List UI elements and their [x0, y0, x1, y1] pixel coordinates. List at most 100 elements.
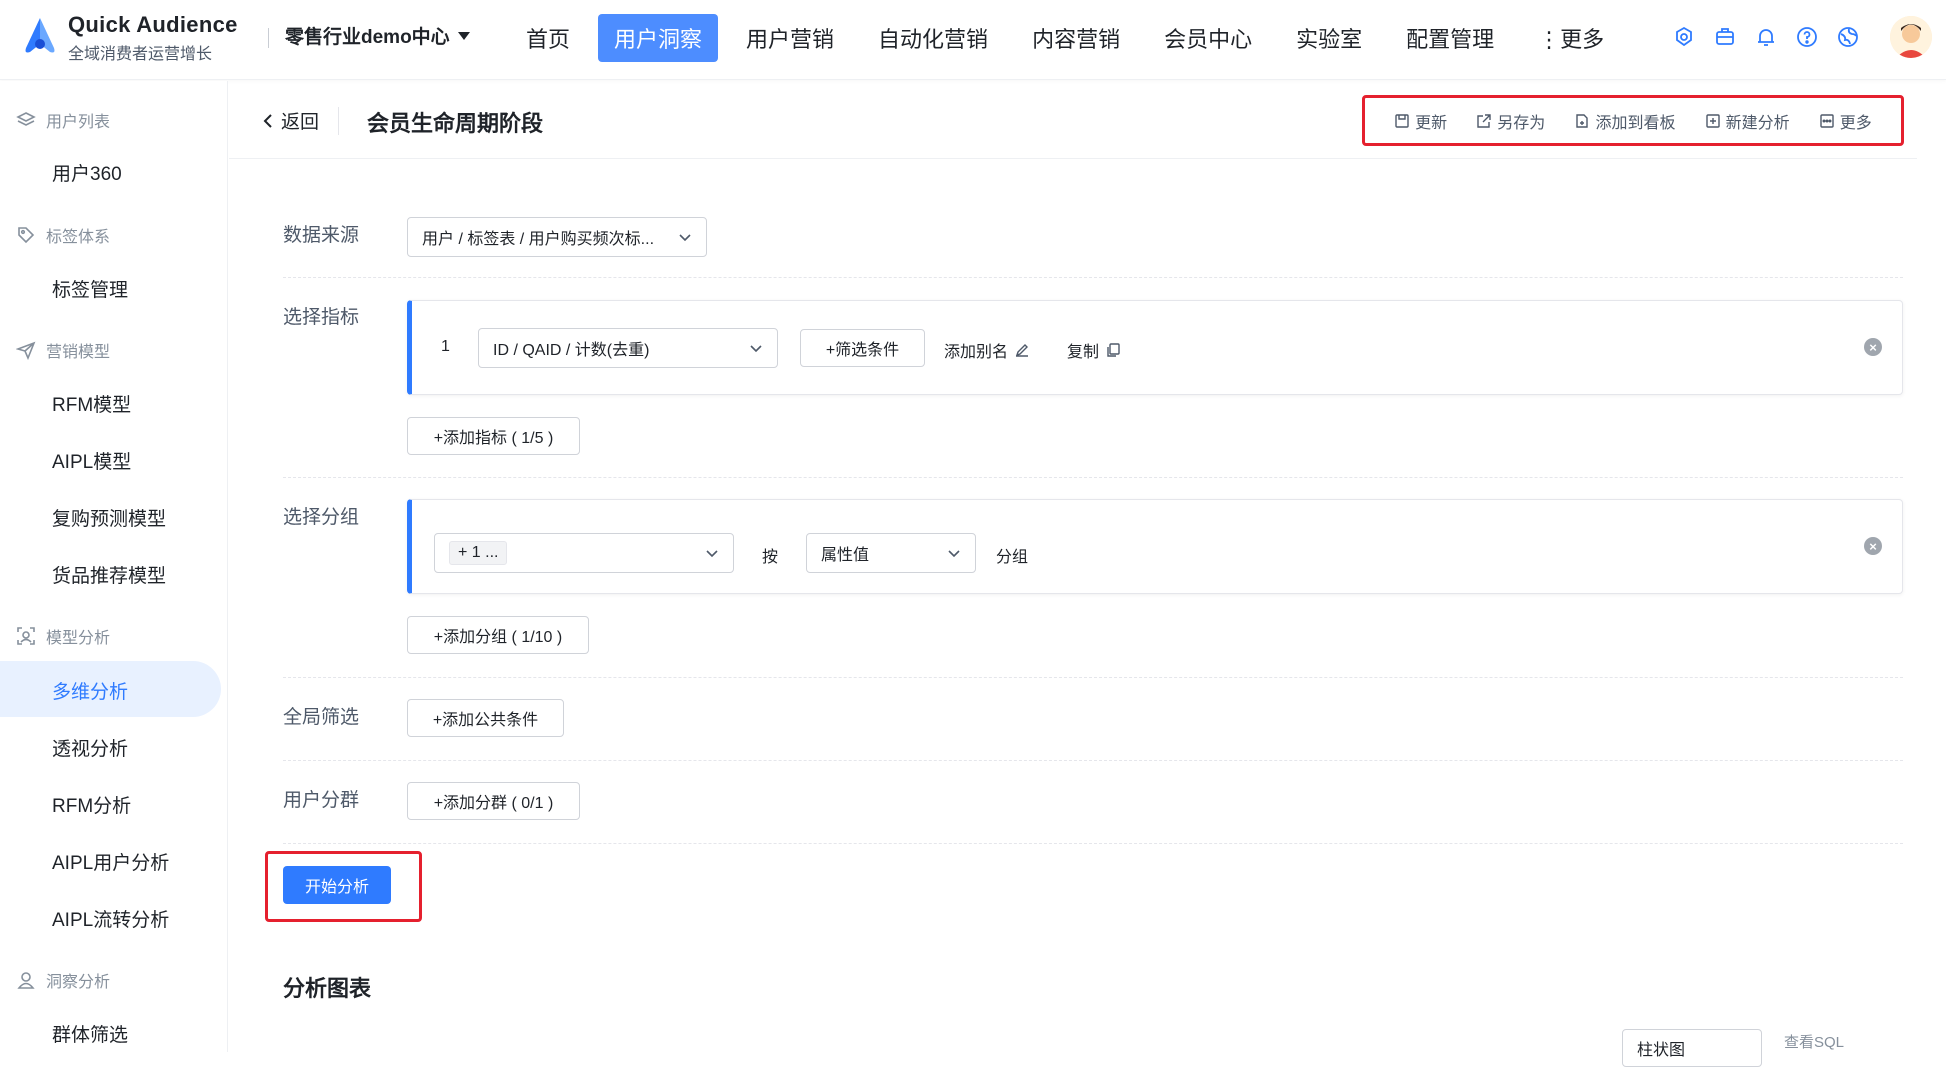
back-label: 返回 [281, 112, 320, 133]
chevron-down-icon [948, 550, 960, 558]
nav-item-more[interactable]: ⋮更多 [1522, 14, 1620, 62]
file-add-icon [1576, 113, 1589, 128]
view-sql-button[interactable]: 查看SQL [1784, 1031, 1844, 1052]
header-actions: 更新 另存为 添加到看板 新建分析 更多 [1362, 95, 1904, 146]
group-suffix-label: 分组 [996, 549, 1029, 566]
sidebar-group-user-list: 用户列表 [16, 108, 110, 132]
sidebar: 用户列表 用户360 标签体系 标签管理 营销模型 RFM模型 AIPL模型 复… [0, 81, 228, 1052]
sidebar-group-model-analysis: 模型分析 [16, 624, 110, 648]
page-header: 返回 会员生命周期阶段 更新 另存为 添加到看板 新建分析 更多 [229, 81, 1917, 159]
group-by-label: 按 [762, 549, 779, 566]
nav-item-home[interactable]: 首页 [510, 14, 586, 62]
globe-icon[interactable] [1837, 26, 1859, 48]
sidebar-item-aipl-flow-analysis[interactable]: AIPL流转分析 [52, 905, 169, 932]
sidebar-item-aipl-user-analysis[interactable]: AIPL用户分析 [52, 848, 169, 875]
nav-item-content-marketing[interactable]: 内容营销 [1016, 14, 1136, 62]
add-filter-button[interactable]: +筛选条件 [800, 329, 925, 367]
main-content: 返回 会员生命周期阶段 更新 另存为 添加到看板 新建分析 更多 数据来源 用户… [229, 81, 1946, 1067]
sidebar-item-multidim-analysis[interactable]: 多维分析 [52, 677, 128, 704]
main-nav: 首页 用户洞察 用户营销 自动化营销 内容营销 会员中心 实验室 配置管理 ⋮更… [510, 14, 1632, 62]
chevron-down-icon [750, 345, 762, 353]
layers-icon [16, 112, 36, 126]
app-logo-icon[interactable] [18, 14, 62, 58]
help-icon[interactable] [1796, 26, 1818, 48]
sidebar-group-insight-analysis: 洞察分析 [16, 968, 110, 992]
sidebar-group-marketing-models: 营销模型 [16, 338, 110, 362]
edit-icon [1015, 344, 1029, 357]
sidebar-item-rfm-analysis[interactable]: RFM分析 [52, 791, 131, 818]
top-icons [1673, 16, 1932, 58]
sidebar-item-aipl-model[interactable]: AIPL模型 [52, 447, 131, 474]
scan-icon [17, 627, 35, 645]
sidebar-item-group-filter[interactable]: 群体筛选 [52, 1020, 128, 1047]
group-attr-select[interactable]: 属性值 [806, 533, 976, 573]
global-filter-label: 全局筛选 [283, 707, 360, 728]
chevron-down-icon [706, 550, 718, 558]
project-name: 零售行业demo中心 [285, 27, 450, 48]
copy-button[interactable]: 复制 [1067, 338, 1121, 362]
briefcase-icon[interactable] [1714, 26, 1736, 48]
caret-down-icon [457, 31, 470, 40]
nav-item-user-insight[interactable]: 用户洞察 [598, 14, 719, 62]
group-panel: + 1 ... 按 属性值 分组 × [407, 499, 1903, 594]
divider [283, 477, 1903, 478]
nav-item-lab[interactable]: 实验室 [1280, 14, 1378, 62]
app-name: Quick Audience [68, 12, 238, 37]
metrics-label: 选择指标 [283, 307, 360, 328]
chart-section-title: 分析图表 [283, 976, 372, 1001]
chart-type-value: 柱状图 [1637, 1042, 1686, 1059]
more-button[interactable]: 更多 [1819, 109, 1872, 133]
sidebar-item-repurchase-model[interactable]: 复购预测模型 [52, 504, 166, 531]
datasource-select[interactable]: 用户 / 标签表 / 用户购买频次标... [407, 217, 707, 257]
group-chip: + 1 ... [449, 541, 508, 565]
settings-icon[interactable] [1673, 26, 1695, 48]
send-icon [16, 341, 36, 360]
remove-group-icon[interactable]: × [1864, 537, 1882, 555]
bell-icon[interactable] [1755, 26, 1777, 48]
sidebar-group-label: 标签体系 [46, 229, 111, 246]
sidebar-item-user360[interactable]: 用户360 [52, 159, 122, 186]
page-title: 会员生命周期阶段 [367, 111, 544, 136]
add-to-dashboard-button[interactable]: 添加到看板 [1574, 109, 1675, 133]
more-icon [1820, 113, 1834, 128]
sidebar-item-pivot-analysis[interactable]: 透视分析 [52, 734, 128, 761]
add-metric-button[interactable]: +添加指标 ( 1/5 ) [407, 417, 580, 455]
sidebar-item-product-recommend-model[interactable]: 货品推荐模型 [52, 561, 166, 588]
copy-label: 复制 [1067, 344, 1100, 361]
chart-type-select[interactable]: 柱状图 [1622, 1029, 1762, 1067]
sidebar-group-label: 用户列表 [46, 114, 111, 131]
sidebar-item-tag-management[interactable]: 标签管理 [52, 275, 128, 302]
groups-label: 选择分组 [283, 507, 360, 528]
divider [283, 277, 1903, 278]
back-button[interactable]: 返回 [261, 107, 319, 134]
start-analysis-button[interactable]: 开始分析 [283, 866, 391, 904]
add-common-condition-button[interactable]: +添加公共条件 [407, 699, 564, 737]
sidebar-item-rfm-model[interactable]: RFM模型 [52, 390, 131, 417]
datasource-label: 数据来源 [283, 225, 360, 246]
nav-item-member-center[interactable]: 会员中心 [1148, 14, 1268, 62]
divider [283, 677, 1903, 678]
metric-select[interactable]: ID / QAID / 计数(去重) [478, 328, 778, 368]
add-segment-button[interactable]: +添加分群 ( 0/1 ) [407, 782, 580, 820]
remove-metric-icon[interactable]: × [1864, 338, 1882, 356]
avatar[interactable] [1890, 16, 1932, 58]
group-field-select[interactable]: + 1 ... [434, 533, 734, 573]
brand: Quick Audience 全域消费者运营增长 [68, 12, 238, 64]
add-alias-button[interactable]: 添加别名 [944, 338, 1030, 362]
users-icon [17, 972, 35, 989]
top-bar: Quick Audience 全域消费者运营增长 零售行业demo中心 首页 用… [0, 0, 1946, 80]
chevron-down-icon [679, 234, 691, 242]
divider [283, 760, 1903, 761]
new-analysis-button[interactable]: 新建分析 [1705, 109, 1790, 133]
brand-divider [268, 28, 269, 48]
add-group-button[interactable]: +添加分组 ( 1/10 ) [407, 616, 589, 654]
save-as-button[interactable]: 另存为 [1476, 109, 1545, 133]
project-selector[interactable]: 零售行业demo中心 [285, 22, 470, 49]
nav-item-auto-marketing[interactable]: 自动化营销 [862, 14, 1004, 62]
datasource-value: 用户 / 标签表 / 用户购买频次标... [422, 231, 655, 248]
nav-item-config[interactable]: 配置管理 [1390, 14, 1510, 62]
sidebar-group-label: 洞察分析 [46, 974, 111, 991]
nav-item-user-marketing[interactable]: 用户营销 [730, 14, 850, 62]
sidebar-group-label: 模型分析 [46, 630, 111, 647]
update-button[interactable]: 更新 [1394, 109, 1447, 133]
